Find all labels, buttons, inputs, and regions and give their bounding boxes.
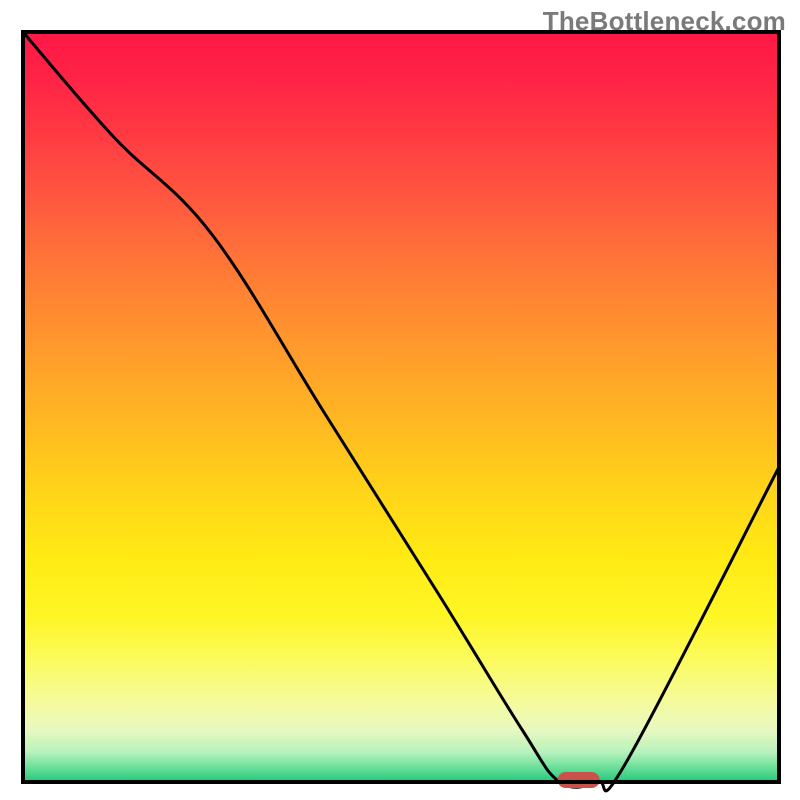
bottleneck-chart: [0, 0, 800, 800]
chart-stage: TheBottleneck.com: [0, 0, 800, 800]
gradient-background: [23, 32, 779, 782]
